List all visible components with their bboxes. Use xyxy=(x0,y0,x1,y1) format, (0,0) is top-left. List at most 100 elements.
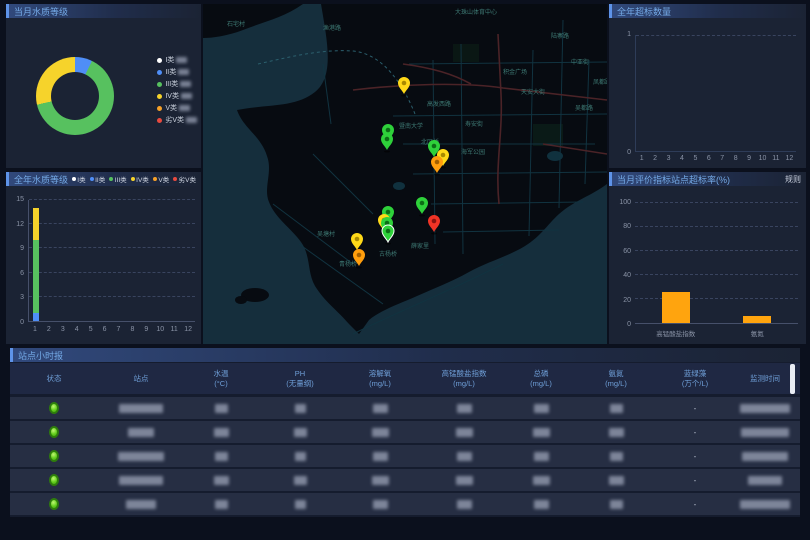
legend-label: V类 xyxy=(165,103,177,113)
status-cell xyxy=(10,498,98,510)
stacked-bar-segment xyxy=(33,208,39,240)
legend-label: II类 xyxy=(165,67,176,77)
redacted-value xyxy=(456,428,473,437)
pin-shadow xyxy=(431,233,437,235)
table-scrollbar-thumb[interactable] xyxy=(790,364,795,394)
map-label: 暨南大学 xyxy=(399,122,423,130)
column-header-8: 氨氮(mg/L) xyxy=(572,369,660,389)
algae-value: - xyxy=(694,500,697,509)
redacted-value xyxy=(178,69,189,75)
value-cell xyxy=(418,452,510,461)
map-label: 陆寨路 xyxy=(551,32,569,40)
status-dot-green xyxy=(49,426,59,438)
month-grade-donut xyxy=(36,57,114,135)
legend-dot xyxy=(157,82,162,87)
legend-dot xyxy=(90,177,94,181)
redacted-value xyxy=(740,500,790,509)
legend-dot xyxy=(157,58,162,63)
legend-item[interactable]: 劣V类 xyxy=(173,174,196,184)
pin-center xyxy=(386,210,391,215)
redacted-value xyxy=(294,428,307,437)
pin-center xyxy=(355,237,360,242)
value-cell xyxy=(184,452,258,461)
legend-item[interactable]: I类 xyxy=(72,174,86,184)
legend-item[interactable]: 劣V类 xyxy=(157,114,197,126)
value-cell xyxy=(572,452,660,461)
map-label: 吴都路 xyxy=(575,104,593,112)
pin-center xyxy=(432,219,437,224)
table-row[interactable]: - xyxy=(10,397,800,419)
city-map: 石宅村渔港路大珠山体育中心中亚街陆寨路积金广场天安大街吴都路凤都路寿安街高发西路… xyxy=(203,4,607,344)
legend-item[interactable]: III类 xyxy=(157,78,197,90)
year-grade-chart xyxy=(28,200,195,322)
rate-bar xyxy=(743,316,771,323)
time-cell xyxy=(730,452,800,461)
value-cell xyxy=(510,404,572,413)
status-cell xyxy=(10,474,98,486)
month-rate-y-axis: 100806040200 xyxy=(609,199,631,328)
redacted-value xyxy=(534,452,549,461)
legend-label: IV类 xyxy=(165,91,179,101)
map-pond xyxy=(393,182,405,190)
station-cell xyxy=(98,452,184,461)
legend-item[interactable]: V类 xyxy=(157,102,197,114)
rule-link[interactable]: 规则 xyxy=(785,174,801,185)
table-row[interactable]: - xyxy=(10,493,800,515)
map-panel[interactable]: 石宅村渔港路大珠山体育中心中亚街陆寨路积金广场天安大街吴都路凤都路寿安街高发西路… xyxy=(203,4,607,344)
column-header-9: 蓝绿藻(万个/L) xyxy=(660,369,730,389)
legend-item[interactable]: IV类 xyxy=(157,90,197,102)
legend-item[interactable]: II类 xyxy=(157,66,197,78)
redacted-value xyxy=(215,500,228,509)
redacted-value xyxy=(456,476,473,485)
month-rate-x-axis: 高锰酸盐指数氨氮 xyxy=(635,328,798,338)
table-row[interactable]: - xyxy=(10,445,800,467)
redacted-value xyxy=(610,404,623,413)
pin-shadow xyxy=(434,174,440,176)
pin-center xyxy=(386,229,391,234)
legend-item[interactable]: V类 xyxy=(153,174,169,184)
time-cell xyxy=(730,500,800,509)
legend-dot xyxy=(173,177,177,181)
legend-dot xyxy=(109,177,113,181)
pin-center xyxy=(386,128,391,133)
legend-item[interactable]: III类 xyxy=(109,174,126,184)
time-cell xyxy=(730,428,800,437)
pin-center xyxy=(435,160,440,165)
panel-title-text: 全年水质等级 xyxy=(14,173,68,186)
station-cell xyxy=(98,500,184,509)
column-header-2: 站点 xyxy=(98,374,184,384)
algae-value: - xyxy=(694,404,697,413)
redacted-value xyxy=(373,404,388,413)
panel-title-text: 当月评价指标站点超标率(%) xyxy=(617,173,730,186)
value-cell xyxy=(572,428,660,437)
legend-item[interactable]: II类 xyxy=(90,174,106,184)
panel-year-grade: 全年水质等级 I类II类III类IV类V类劣V类 15129630 123456… xyxy=(6,172,201,344)
table-row[interactable]: - xyxy=(10,469,800,491)
redacted-value xyxy=(214,428,229,437)
panel-year-grade-title: 全年水质等级 I类 II类III类 IV类 V类劣V类 xyxy=(6,172,201,186)
pin-center xyxy=(357,253,362,258)
redacted-value xyxy=(119,476,163,485)
value-cell xyxy=(258,476,342,485)
column-header-1: 状态 xyxy=(10,374,98,384)
value-cell xyxy=(258,404,342,413)
value-cell xyxy=(342,500,418,509)
legend-item[interactable]: IV类 xyxy=(131,174,149,184)
value-cell xyxy=(418,428,510,437)
status-dot-green xyxy=(49,402,59,414)
table-header: 状态站点水温(°C)PH(无量纲)溶解氧(mg/L)高锰酸盐指数(mg/L)总磷… xyxy=(10,363,800,394)
value-cell xyxy=(258,452,342,461)
redacted-value xyxy=(742,452,788,461)
value-cell xyxy=(418,476,510,485)
column-header-7: 总磷(mg/L) xyxy=(510,369,572,389)
year-grade-legend: I类 II类III类 IV类 V类劣V类 xyxy=(72,174,196,184)
table-row[interactable]: - xyxy=(10,421,800,443)
pin-center xyxy=(441,153,446,158)
map-label: 古杨桥 xyxy=(379,250,397,258)
algae-cell: - xyxy=(660,428,730,437)
redacted-value xyxy=(372,428,389,437)
legend-dot xyxy=(72,177,76,181)
panel-month-rate-title: 当月评价指标站点超标率(%) 规则 xyxy=(609,172,806,186)
legend-item[interactable]: I类 xyxy=(157,54,197,66)
redacted-value xyxy=(457,500,472,509)
